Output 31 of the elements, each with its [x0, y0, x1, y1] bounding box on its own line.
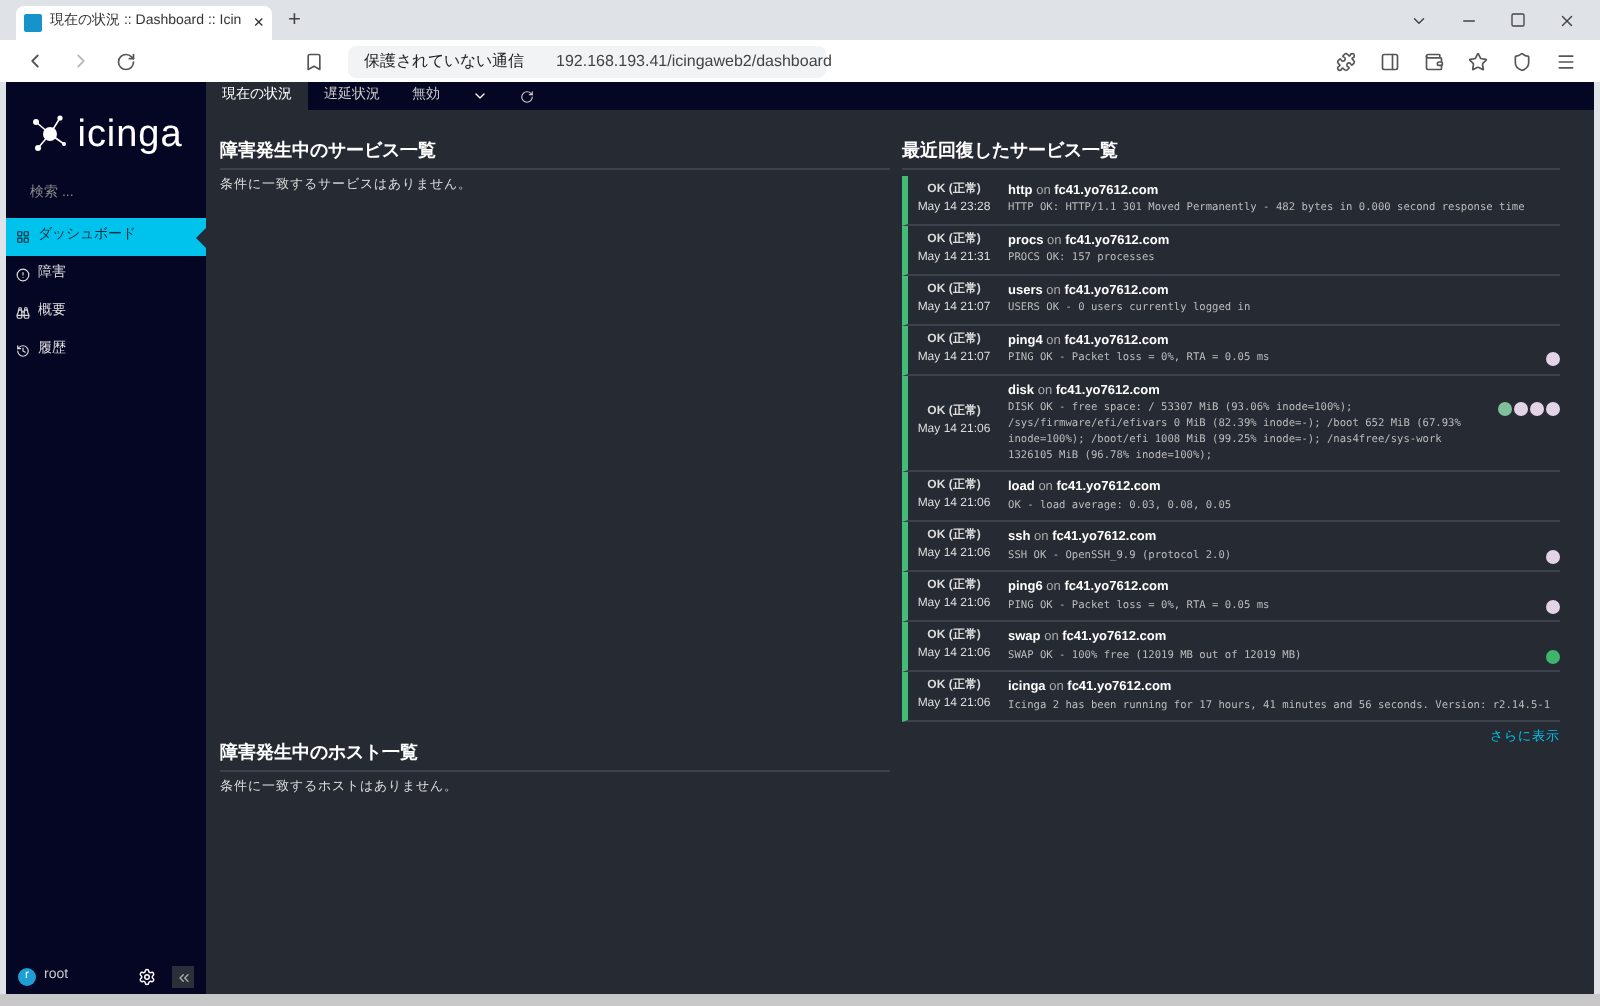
new-tab-button[interactable]: +: [288, 3, 301, 36]
logo-icon: [29, 114, 70, 154]
security-label: 保護されていない通信: [364, 49, 524, 73]
logo-text: icinga: [77, 115, 183, 153]
section-title: 障害発生中のホスト一覧: [220, 740, 890, 771]
wallet-icon[interactable]: [1424, 51, 1444, 71]
alert-icon: [16, 268, 30, 282]
section-title: 最近回復したサービス一覧: [902, 138, 1560, 169]
double-chevron-icon: [175, 969, 191, 985]
favicon-icon: [24, 14, 42, 32]
dropdown-icon[interactable]: [472, 88, 488, 104]
bookmark-icon[interactable]: [304, 51, 324, 71]
settings-icon[interactable]: [138, 968, 156, 986]
reload-icon[interactable]: [116, 51, 136, 71]
grid-icon: [16, 230, 30, 244]
url-text: 192.168.193.41/icingaweb2/dashboard: [556, 49, 832, 73]
refresh-icon[interactable]: [520, 89, 534, 103]
maximize-icon[interactable]: [1510, 12, 1526, 28]
service-row[interactable]: [902, 375, 1560, 473]
collapse-button[interactable]: [172, 966, 194, 988]
history-icon: [16, 344, 30, 358]
menu-icon[interactable]: [1556, 51, 1576, 71]
close-tab-button[interactable]: ×: [253, 9, 264, 37]
binoculars-icon: [16, 306, 30, 320]
shield-icon[interactable]: [1512, 51, 1532, 71]
sidebar-icon[interactable]: [1380, 51, 1400, 71]
section-title: 障害発生中のサービス一覧: [220, 138, 890, 169]
extensions-icon[interactable]: [1336, 51, 1356, 71]
address-bar[interactable]: 保護されていない通信 192.168.193.41/icingaweb2/dashboard: [348, 45, 826, 77]
star-icon[interactable]: [1468, 51, 1488, 71]
close-icon[interactable]: [1558, 11, 1576, 29]
